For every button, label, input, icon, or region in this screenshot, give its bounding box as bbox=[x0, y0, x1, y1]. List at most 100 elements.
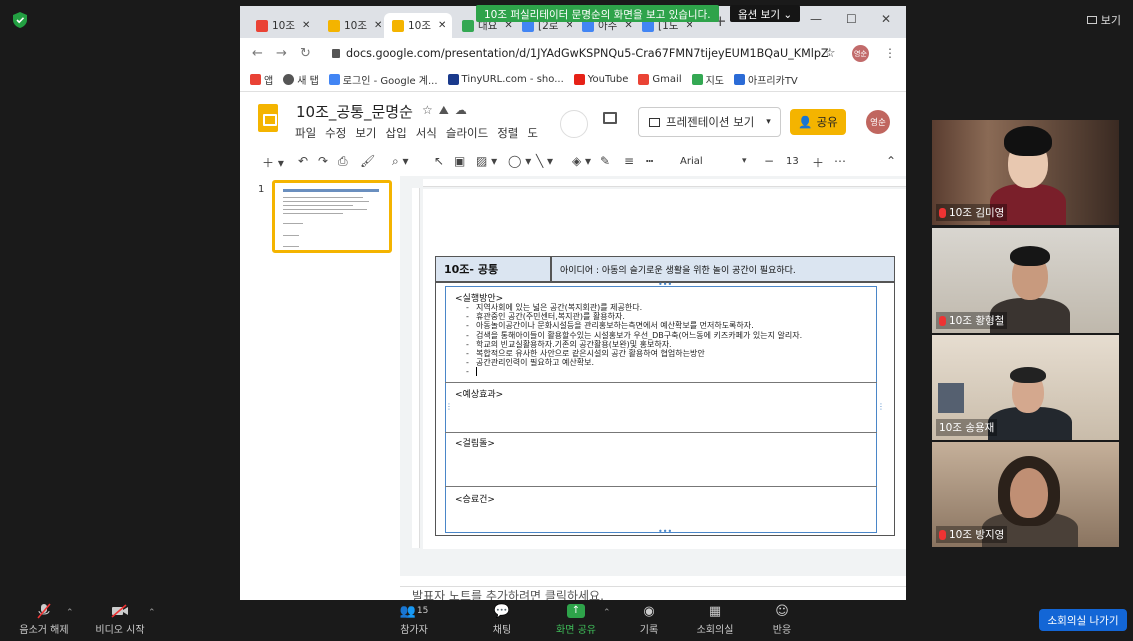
record-button[interactable]: ◉ 기록 bbox=[619, 604, 679, 637]
unmute-button[interactable]: 음소거 해제 bbox=[14, 603, 74, 636]
zoom-icon[interactable]: ⌕ ▾ bbox=[392, 154, 409, 169]
more-icon[interactable]: ⋯ bbox=[834, 154, 846, 168]
bookmark-google-login[interactable]: 로그인 - Google 계... bbox=[328, 72, 438, 87]
participant-video-1[interactable]: 10조 김미영 bbox=[932, 120, 1119, 225]
list-item-cursor[interactable]: - bbox=[466, 367, 802, 377]
participant-video-3[interactable]: 10조 송용재 bbox=[932, 335, 1119, 440]
font-size-decrease-icon[interactable]: − bbox=[764, 154, 774, 168]
document-title[interactable]: 10조_공통_문명순 bbox=[296, 101, 413, 122]
select-icon[interactable]: ↖ bbox=[434, 154, 444, 168]
move-folder-icon[interactable]: ⛰ bbox=[439, 103, 455, 117]
bookmark-newtab[interactable]: 새 탭 bbox=[283, 72, 319, 87]
tab-0[interactable]: 10조 ✕ bbox=[248, 13, 318, 38]
slide-thumbnail[interactable] bbox=[272, 180, 392, 253]
resize-handle[interactable]: ⋮ bbox=[877, 402, 885, 411]
close-icon[interactable]: ✕ bbox=[374, 20, 382, 31]
new-slide-icon[interactable]: ＋ ▾ bbox=[262, 154, 284, 171]
shape-icon[interactable]: ◯ ▾ bbox=[508, 154, 531, 168]
title-actions: ☆⛰☁ bbox=[422, 103, 473, 118]
forward-icon[interactable]: → bbox=[276, 46, 287, 61]
participants-button[interactable]: 👥 15 참가자 bbox=[384, 604, 444, 637]
print-icon[interactable]: ⎙ bbox=[338, 154, 348, 169]
browser-menu-icon[interactable]: ⋮ bbox=[884, 46, 896, 60]
account-avatar[interactable]: 영순 bbox=[866, 110, 890, 134]
redo-icon[interactable]: ↷ bbox=[318, 154, 328, 168]
activity-dashboard-icon[interactable] bbox=[560, 110, 588, 138]
start-video-button[interactable]: 비디오 시작 bbox=[90, 604, 150, 636]
bookmark-afreecatv[interactable]: 아프리카TV bbox=[734, 72, 798, 87]
menu-view[interactable]: 보기 bbox=[355, 125, 376, 141]
screen-share-banner: 10조 퍼실리테이터 문명순의 화면을 보고 있습니다. bbox=[476, 5, 719, 22]
mic-muted-icon bbox=[939, 315, 946, 326]
tab-1[interactable]: 10조 ✕ bbox=[320, 13, 382, 38]
idea-cell[interactable]: 아이디어 : 아동의 슬기로운 생활을 위한 놀이 공간이 필요하다. bbox=[551, 256, 895, 282]
chat-button[interactable]: 💬 채팅 bbox=[472, 604, 532, 637]
font-size-increase-icon[interactable]: ＋ bbox=[812, 154, 824, 171]
reaction-icon: ☺ bbox=[775, 603, 789, 619]
star-icon[interactable]: ☆ bbox=[422, 103, 439, 117]
menu-bar: 파일 수정 보기 삽입 서식 슬라이드 정렬 도 bbox=[295, 125, 538, 141]
menu-edit[interactable]: 수정 bbox=[325, 125, 346, 141]
view-button[interactable]: 보기 bbox=[1086, 12, 1121, 28]
bookmark-youtube[interactable]: YouTube bbox=[573, 74, 628, 85]
resize-handle[interactable]: ••• bbox=[658, 527, 672, 536]
tab-2-active[interactable]: 10조 ✕ bbox=[384, 13, 452, 38]
share-screen-button[interactable]: ↑ 화면 공유 bbox=[544, 604, 608, 636]
fill-color-icon[interactable]: ◈ ▾ bbox=[572, 154, 591, 168]
profile-avatar[interactable]: 영순 bbox=[852, 45, 869, 62]
team-cell[interactable]: 10조- 공통 bbox=[435, 256, 551, 282]
lock-icon bbox=[332, 48, 340, 58]
window-close-icon[interactable]: ✕ bbox=[881, 12, 891, 26]
menu-slide[interactable]: 슬라이드 bbox=[446, 125, 488, 141]
bookmark-apps[interactable]: 앱 bbox=[250, 72, 273, 87]
slides-logo-icon[interactable] bbox=[258, 104, 278, 132]
chevron-down-icon[interactable]: ▾ bbox=[742, 156, 747, 166]
participant-video-4[interactable]: 10조 방지영 bbox=[932, 442, 1119, 547]
menu-arrange[interactable]: 정렬 bbox=[497, 125, 518, 141]
close-icon[interactable]: ✕ bbox=[438, 20, 446, 31]
leave-breakout-button[interactable]: 소회의실 나가기 bbox=[1039, 609, 1127, 631]
border-dash-icon[interactable]: ┅ bbox=[646, 154, 653, 168]
chevron-up-icon[interactable]: ⌃ bbox=[66, 608, 74, 618]
bookmark-gmail[interactable]: Gmail bbox=[638, 74, 682, 85]
participant-count: 15 bbox=[416, 606, 429, 616]
close-icon[interactable]: ✕ bbox=[302, 20, 310, 31]
reload-icon[interactable]: ↻ bbox=[300, 46, 311, 61]
menu-format[interactable]: 서식 bbox=[416, 125, 437, 141]
reactions-button[interactable]: ☺ 반응 bbox=[752, 603, 812, 637]
view-options-button[interactable]: 옵션 보기 ⌄ bbox=[730, 5, 801, 22]
chevron-up-icon[interactable]: ⌃ bbox=[148, 608, 156, 618]
border-color-icon[interactable]: ✎ bbox=[600, 154, 610, 168]
chevron-down-icon[interactable]: ▾ bbox=[766, 117, 771, 127]
chevron-up-icon[interactable]: ⌃ bbox=[603, 608, 611, 618]
present-button[interactable]: 프레젠테이션 보기 ▾ bbox=[638, 107, 781, 137]
breakout-label: 소회의실 bbox=[696, 625, 734, 636]
bookmark-tinyurl[interactable]: TinyURL.com - sho... bbox=[447, 74, 564, 85]
line-icon[interactable]: ╲ ▾ bbox=[536, 154, 553, 168]
url-field[interactable]: docs.google.com/presentation/d/1JYAdGwKS… bbox=[332, 43, 830, 63]
paint-format-icon[interactable]: 🖌 bbox=[360, 154, 375, 168]
minimize-icon[interactable]: — bbox=[810, 12, 822, 26]
back-icon[interactable]: ← bbox=[252, 46, 263, 61]
breakout-rooms-button[interactable]: ▦ 소회의실 bbox=[682, 604, 748, 637]
undo-icon[interactable]: ↶ bbox=[298, 154, 308, 168]
bookmark-star-icon[interactable]: ☆ bbox=[824, 46, 836, 61]
resize-handle[interactable]: ••• bbox=[658, 280, 672, 289]
menu-file[interactable]: 파일 bbox=[295, 125, 316, 141]
share-button[interactable]: 👤 공유 bbox=[790, 109, 846, 135]
menu-tools[interactable]: 도 bbox=[527, 125, 538, 141]
resize-handle[interactable]: ⋮ bbox=[445, 402, 453, 411]
menu-insert[interactable]: 삽입 bbox=[386, 125, 407, 141]
cloud-status-icon[interactable]: ☁ bbox=[455, 103, 473, 117]
image-icon[interactable]: ▨ ▾ bbox=[476, 154, 497, 168]
collapse-toolbar-icon[interactable]: ⌃ bbox=[886, 154, 896, 168]
textbox-icon[interactable]: ▣ bbox=[454, 154, 465, 168]
participant-video-2[interactable]: 10조 황형철 bbox=[932, 228, 1119, 333]
maximize-icon[interactable]: ☐ bbox=[846, 12, 857, 26]
border-weight-icon[interactable]: ≡ bbox=[624, 154, 634, 168]
font-family-select[interactable]: Arial bbox=[680, 156, 703, 167]
comment-icon[interactable] bbox=[603, 112, 617, 124]
maps-icon bbox=[691, 74, 703, 85]
bookmark-maps[interactable]: 지도 bbox=[691, 72, 724, 87]
font-size-field[interactable]: 13 bbox=[786, 156, 799, 167]
